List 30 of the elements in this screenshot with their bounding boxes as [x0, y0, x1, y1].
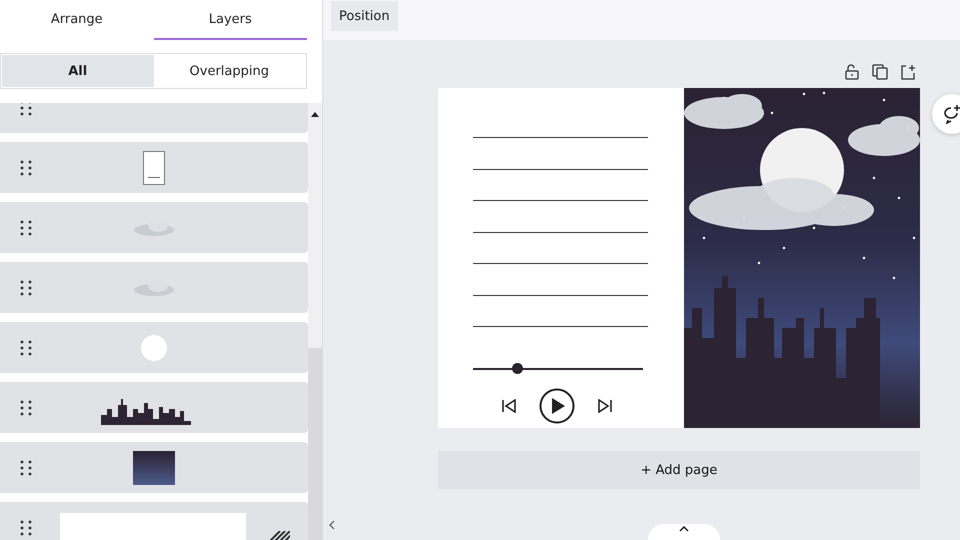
drag-handle-icon[interactable]	[20, 460, 32, 476]
next-icon	[597, 398, 613, 412]
layer-row[interactable]	[0, 382, 308, 433]
add-comment-icon	[942, 104, 960, 124]
panel-tab[interactable]: Arrange	[0, 0, 154, 40]
drag-handle-icon[interactable]	[20, 160, 32, 176]
drag-handle-icon[interactable]	[20, 520, 32, 536]
scrollbar[interactable]	[308, 103, 322, 540]
filter-option[interactable]: All	[2, 55, 154, 87]
comment-button[interactable]	[932, 94, 960, 134]
duplicate-icon[interactable]	[872, 64, 888, 80]
scrollbar-thumb[interactable]	[308, 348, 322, 540]
position-button[interactable]: Position	[331, 1, 398, 31]
scroll-up-icon[interactable]	[311, 112, 319, 117]
drag-handle-icon[interactable]	[20, 220, 32, 236]
collapse-left-icon[interactable]	[329, 521, 335, 529]
unlock-icon[interactable]	[844, 64, 860, 80]
panel-tab[interactable]: Layers	[154, 0, 307, 40]
circle-thumbnail	[140, 334, 168, 362]
previous-icon	[501, 398, 517, 412]
add-page-icon[interactable]	[900, 64, 916, 80]
drag-handle-icon[interactable]	[20, 400, 32, 416]
add-page-button[interactable]: + Add page	[438, 451, 920, 489]
drag-handle-icon[interactable]	[20, 340, 32, 356]
layer-row[interactable]	[0, 442, 308, 493]
caret-up-icon	[679, 526, 689, 532]
drag-handle-icon[interactable]	[20, 280, 32, 296]
page-thumbnail	[143, 150, 165, 184]
play-icon	[539, 388, 575, 424]
night-sky-thumbnail	[133, 450, 175, 484]
